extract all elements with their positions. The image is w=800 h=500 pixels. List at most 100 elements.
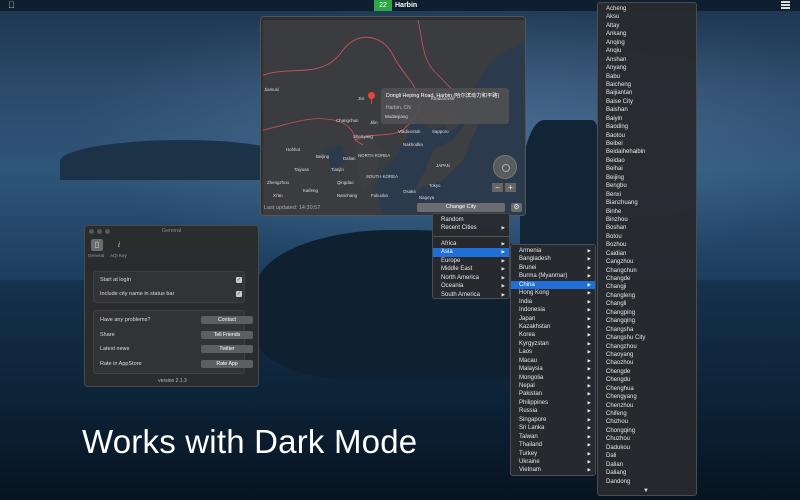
city-menu-item[interactable]: Beidao — [598, 157, 696, 165]
city-menu-item[interactable]: Chongqing — [598, 427, 696, 435]
region-menu-item[interactable]: Europe ▶ — [433, 257, 509, 265]
city-menu-item[interactable]: Aksu — [598, 13, 696, 21]
city-menu-item[interactable]: Baotou — [598, 132, 696, 140]
country-menu-item[interactable]: Brunei ▶ — [511, 264, 595, 272]
city-menu-item[interactable]: Caidian — [598, 250, 696, 258]
region-menu-item[interactable]: Middle East ▶ — [433, 265, 509, 273]
city-menu-item[interactable]: Cangzhou — [598, 258, 696, 266]
country-menu-item[interactable]: India ▶ — [511, 298, 595, 306]
country-menu-item[interactable]: Kazakhstan ▶ — [511, 323, 595, 331]
country-menu-item[interactable]: Nepal ▶ — [511, 382, 595, 390]
country-menu-item[interactable]: Singapore ▶ — [511, 416, 595, 424]
country-menu-item[interactable]: Russia ▶ — [511, 407, 595, 415]
city-menu-item[interactable]: Altay — [598, 22, 696, 30]
city-menu-item[interactable]: Changleng — [598, 292, 696, 300]
start-at-login-checkbox[interactable]: ✓ — [236, 277, 242, 283]
country-menu-item[interactable]: Vietnam ▶ — [511, 466, 595, 474]
city-menu-item[interactable]: Chenzhou — [598, 402, 696, 410]
city-menu-item[interactable]: Chaoyang — [598, 351, 696, 359]
city-menu-item[interactable]: Anqing — [598, 39, 696, 47]
city-menu-item[interactable]: Beidaihehaibin — [598, 148, 696, 156]
city-menu-item[interactable]: Changli — [598, 300, 696, 308]
general-tab-icon[interactable]: ▯ — [91, 239, 103, 251]
city-menu-item[interactable]: Chengyang — [598, 393, 696, 401]
city-menu-item[interactable]: Changzhou — [598, 343, 696, 351]
country-menu-item[interactable]: Taiwan ▶ — [511, 433, 595, 441]
city-menu-item[interactable]: Babu — [598, 73, 696, 81]
twitter-button[interactable]: Twitter — [201, 345, 253, 353]
city-menu-item[interactable]: Bozhou — [598, 241, 696, 249]
city-menu-item[interactable]: Chengdu — [598, 376, 696, 384]
city-menu-item[interactable]: Changqing — [598, 317, 696, 325]
country-menu-item[interactable]: Kyrgyzstan ▶ — [511, 340, 595, 348]
city-menu-item[interactable]: Benxi — [598, 191, 696, 199]
city-menu-item[interactable]: Anshan — [598, 56, 696, 64]
country-menu-item[interactable]: Japan ▶ — [511, 315, 595, 323]
city-menu-item[interactable]: Ankang — [598, 30, 696, 38]
country-menu-item[interactable]: Indonesia ▶ — [511, 306, 595, 314]
city-menu-item[interactable]: Chifeng — [598, 410, 696, 418]
city-menu-item[interactable]: Changde — [598, 275, 696, 283]
city-menu-item[interactable]: Daliang — [598, 469, 696, 477]
aqi-status-item[interactable]: 22 Harbin — [374, 0, 417, 11]
zoom-out-button[interactable]: − — [492, 183, 503, 192]
city-menu-item[interactable]: Chengde — [598, 368, 696, 376]
country-menu-item[interactable]: Korea ▶ — [511, 331, 595, 339]
city-menu-item[interactable]: Changchun — [598, 267, 696, 275]
city-menu-item[interactable]: Baiyin — [598, 115, 696, 123]
country-menu-item[interactable]: Burma (Myanmar) ▶ — [511, 272, 595, 280]
city-menu-item[interactable]: Changshu City — [598, 334, 696, 342]
city-menu-item[interactable]: Acheng — [598, 5, 696, 13]
menu-item-recent-cities[interactable]: Recent Cities ▶ — [433, 224, 509, 232]
city-menu-item[interactable]: Botou — [598, 233, 696, 241]
city-menu-item[interactable]: Baijiantan — [598, 89, 696, 97]
compass-control[interactable] — [493, 155, 517, 179]
country-menu-item[interactable]: Laos ▶ — [511, 348, 595, 356]
city-menu-item[interactable]: Binzhou — [598, 216, 696, 224]
apple-icon[interactable]:  — [8, 0, 15, 11]
country-menu-item[interactable]: Mongolia ▶ — [511, 374, 595, 382]
country-menu-item[interactable]: Pakistan ▶ — [511, 390, 595, 398]
region-menu-item[interactable]: Africa ▶ — [433, 240, 509, 248]
country-menu-item[interactable]: Ukraine ▶ — [511, 458, 595, 466]
include-city-checkbox[interactable]: ✓ — [236, 291, 242, 297]
country-menu-item[interactable]: Macau ▶ — [511, 357, 595, 365]
country-menu-item[interactable]: Thailand ▶ — [511, 441, 595, 449]
info-icon[interactable]: i — [113, 239, 125, 251]
city-menu-item[interactable]: Bianzhuang — [598, 199, 696, 207]
city-menu-item[interactable]: Baise City — [598, 98, 696, 106]
country-menu-item[interactable]: Turkey ▶ — [511, 450, 595, 458]
region-menu-item[interactable]: South America ▶ — [433, 291, 509, 299]
city-menu-item[interactable]: Chenghua — [598, 385, 696, 393]
tab-aqi-key[interactable]: AQI Key — [110, 253, 127, 258]
city-menu-item[interactable]: Binhe — [598, 208, 696, 216]
country-menu-item[interactable]: Bangladesh ▶ — [511, 255, 595, 263]
city-menu-item[interactable]: Chuzhou — [598, 435, 696, 443]
city-menu-item[interactable]: Changping — [598, 309, 696, 317]
city-menu-item[interactable]: Chaozhou — [598, 359, 696, 367]
city-menu-item[interactable]: Chizhou — [598, 418, 696, 426]
region-menu-item[interactable]: North America ▶ — [433, 274, 509, 282]
zoom-in-button[interactable]: + — [505, 183, 516, 192]
city-menu-item[interactable]: Bengbu — [598, 182, 696, 190]
gear-icon[interactable]: ⚙ — [511, 203, 522, 212]
rate-app-button[interactable]: Rate App — [201, 360, 253, 368]
region-menu-item[interactable]: Oceania ▶ — [433, 282, 509, 290]
city-menu-item[interactable]: Dandong — [598, 478, 696, 486]
city-menu-item[interactable]: Baoding — [598, 123, 696, 131]
contact-button[interactable]: Contact — [201, 316, 253, 324]
menu-item-random[interactable]: Random — [433, 216, 509, 224]
country-menu-item[interactable]: Armenia ▶ — [511, 247, 595, 255]
change-city-button[interactable]: Change City — [417, 203, 505, 212]
country-menu-item[interactable]: China ▶ — [511, 280, 595, 290]
city-menu-item[interactable]: Beihai — [598, 165, 696, 173]
country-menu-item[interactable]: Philippines ▶ — [511, 399, 595, 407]
city-menu-item[interactable]: Anqiu — [598, 47, 696, 55]
region-menu-item[interactable]: Asia ▶ — [433, 248, 509, 257]
city-menu-item[interactable]: Baicheng — [598, 81, 696, 89]
tell-friends-button[interactable]: Tell Friends — [201, 331, 253, 339]
city-menu-item[interactable]: Boshan — [598, 224, 696, 232]
city-menu-item[interactable]: Beibei — [598, 140, 696, 148]
scroll-down-arrow-icon[interactable]: ▼ — [643, 488, 649, 494]
city-menu-item[interactable]: Dali — [598, 452, 696, 460]
